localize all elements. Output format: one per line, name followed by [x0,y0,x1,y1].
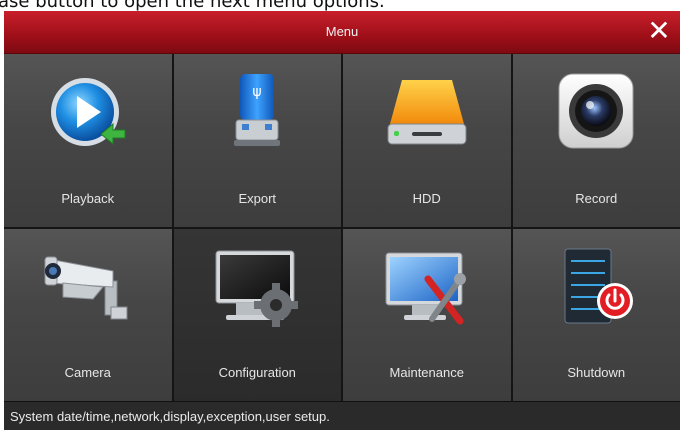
tile-label: Maintenance [389,365,464,380]
tile-label: Configuration [218,365,296,380]
tile-label: Shutdown [567,365,626,380]
tile-playback[interactable]: Playback [4,54,172,227]
tile-camera[interactable]: Camera [4,228,172,401]
playback-icon [50,78,126,146]
svg-text:ψ: ψ [253,84,262,100]
tile-label: Playback [61,190,115,206]
tile-hdd[interactable]: HDD [343,54,511,227]
tile-label: Record [575,190,618,206]
status-bar: System date/time,network,display,excepti… [4,401,680,430]
instruction-caption: ase button to open the next menu options… [0,0,385,11]
tile-configuration[interactable]: Configuration [173,228,341,401]
window-title: Menu [325,24,359,39]
status-text: System date/time,network,display,excepti… [10,409,330,424]
tile-label: Export [238,190,277,206]
cctv-camera-icon [44,256,128,319]
page-caption-clip: ase button to open the next menu options… [0,0,682,11]
tile-export[interactable]: ψ Export [173,54,341,227]
tile-maintenance[interactable]: Maintenance [343,228,511,401]
server-power-icon [564,248,634,323]
title-bar: Menu ✕ [4,11,680,54]
monitor-gear-icon [215,250,299,327]
record-camera-icon [558,73,634,149]
tile-label: HDD [412,190,441,206]
tile-label: Camera [64,365,111,380]
tile-shutdown[interactable]: Shutdown [512,228,680,401]
menu-window: Menu ✕ Playback ψ Export HDD Record Came… [4,11,680,430]
usb-drive-icon: ψ [234,74,281,146]
tile-record[interactable]: Record [512,54,680,227]
hard-drive-icon [387,80,467,145]
close-icon[interactable]: ✕ [644,16,674,46]
menu-grid: Playback ψ Export HDD Record Camera Conf… [4,54,680,401]
monitor-tools-icon [385,252,466,324]
